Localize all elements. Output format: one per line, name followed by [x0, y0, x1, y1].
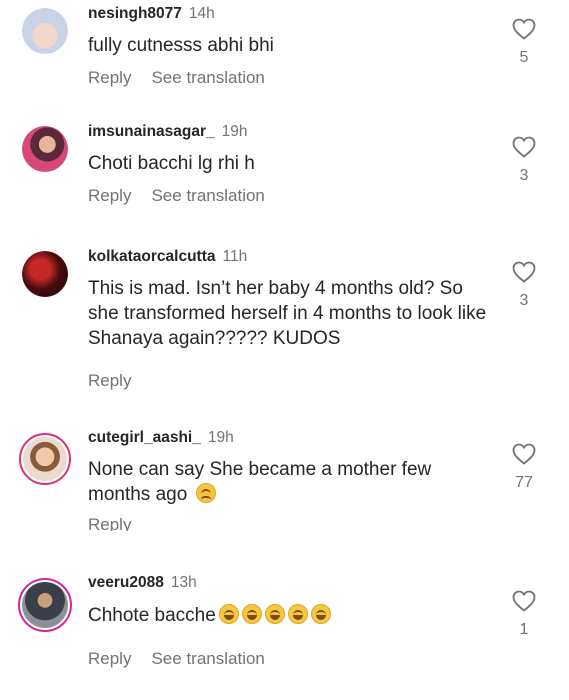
comment-text: Chhote bacche [88, 603, 498, 628]
comment-text-content: None can say She became a mother few mon… [88, 459, 432, 505]
comment-actions: Reply See translation [88, 68, 285, 88]
comment-meta: imsunainasagar_ 19h [88, 123, 248, 141]
username[interactable]: imsunainasagar_ [88, 123, 215, 140]
avatar[interactable] [18, 578, 72, 632]
reply-button[interactable]: Reply [88, 515, 131, 531]
timestamp: 14h [188, 5, 215, 22]
grinning-squinting-face-emoji [287, 604, 308, 624]
like-count: 77 [515, 474, 533, 491]
like-control: 5 [508, 18, 540, 67]
comment-actions: Reply [88, 371, 151, 391]
timestamp: 13h [170, 574, 197, 591]
reply-button[interactable]: Reply [88, 186, 131, 205]
avatar[interactable] [19, 433, 71, 485]
like-count: 3 [519, 292, 529, 309]
avatar[interactable] [22, 8, 68, 54]
see-translation-button[interactable]: See translation [151, 649, 264, 668]
comment-meta: kolkataorcalcutta 11h [88, 248, 247, 266]
comment-text-content: Chhote bacche [88, 605, 216, 626]
heart-icon[interactable] [512, 18, 536, 40]
heart-icon[interactable] [512, 261, 536, 283]
comment-actions: Reply See translation [88, 649, 285, 669]
username[interactable]: nesingh8077 [88, 5, 182, 22]
grinning-squinting-face-emoji [310, 604, 331, 624]
grinning-squinting-face-emoji [264, 604, 285, 624]
comment-text: None can say She became a mother few mon… [88, 457, 498, 507]
username[interactable]: kolkataorcalcutta [88, 248, 216, 265]
comment-actions: Reply See translation [88, 186, 285, 206]
like-count: 5 [519, 49, 529, 66]
username[interactable]: cutegirl_aashi_ [88, 429, 201, 446]
like-control: 77 [508, 443, 540, 492]
comment-meta: cutegirl_aashi_ 19h [88, 429, 234, 447]
comment-meta: nesingh8077 14h [88, 5, 215, 23]
comment-actions: Reply [88, 515, 151, 531]
heart-icon[interactable] [512, 136, 536, 158]
like-control: 3 [508, 261, 540, 310]
like-count: 1 [519, 621, 529, 638]
pleading-face-emoji [195, 483, 216, 503]
username[interactable]: veeru2088 [88, 574, 164, 591]
heart-icon[interactable] [512, 443, 536, 465]
heart-icon[interactable] [512, 590, 536, 612]
avatar[interactable] [22, 251, 68, 297]
reply-button[interactable]: Reply [88, 649, 131, 668]
grinning-squinting-face-emoji [218, 604, 239, 624]
comment-text: fully cutnesss abhi bhi [88, 35, 274, 56]
like-control: 1 [508, 590, 540, 639]
see-translation-button[interactable]: See translation [151, 68, 264, 87]
reply-button[interactable]: Reply [88, 371, 131, 390]
reply-button[interactable]: Reply [88, 68, 131, 87]
comment-text: This is mad. Isn’t her baby 4 months old… [88, 278, 487, 349]
comment-text: Choti bacchi lg rhi h [88, 153, 255, 174]
grinning-squinting-face-emoji [241, 604, 262, 624]
like-control: 3 [508, 136, 540, 185]
timestamp: 11h [222, 248, 248, 265]
like-count: 3 [519, 167, 529, 184]
avatar[interactable] [22, 126, 68, 172]
timestamp: 19h [207, 429, 234, 446]
timestamp: 19h [221, 123, 248, 140]
comment-meta: veeru2088 13h [88, 574, 197, 592]
see-translation-button[interactable]: See translation [151, 186, 264, 205]
